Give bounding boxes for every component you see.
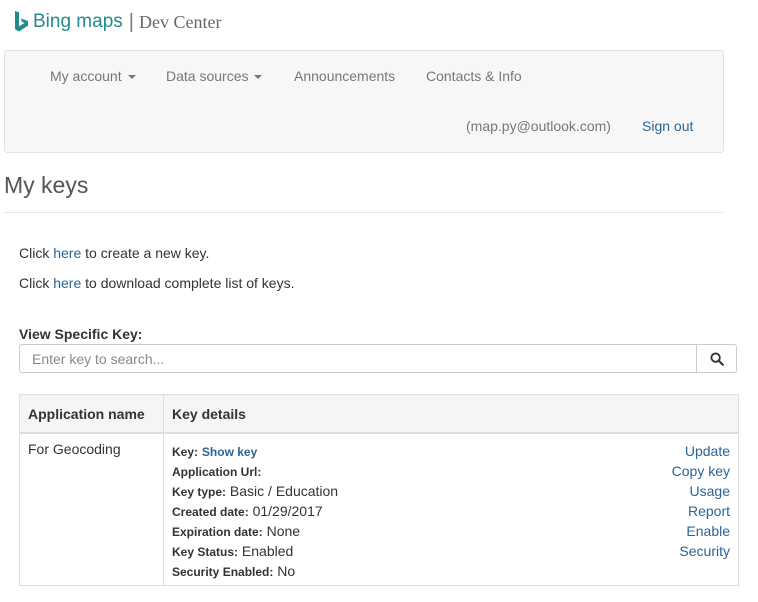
divider bbox=[4, 212, 723, 213]
key-search-box bbox=[19, 344, 737, 373]
detail-key: Key: Show key bbox=[172, 441, 563, 461]
show-key-link[interactable]: Show key bbox=[202, 445, 257, 459]
create-key-suffix: to create a new key. bbox=[85, 245, 210, 261]
detail-expiration-date: Expiration date: None bbox=[172, 521, 563, 541]
table-row: For Geocoding Key: Show key Application … bbox=[19, 433, 739, 586]
nav-contacts-info[interactable]: Contacts & Info bbox=[426, 68, 522, 84]
keys-table: Application name Key details For Geocodi… bbox=[19, 394, 739, 586]
logo-dev-center: Dev Center bbox=[138, 11, 222, 32]
search-button[interactable] bbox=[696, 345, 736, 372]
detail-security-enabled: Security Enabled: No bbox=[172, 561, 563, 581]
application-name: For Geocoding bbox=[19, 433, 164, 586]
create-key-prefix: Click bbox=[19, 245, 50, 261]
search-icon bbox=[709, 351, 724, 366]
download-keys-prefix: Click bbox=[19, 275, 50, 291]
logo-brand: Bing maps bbox=[33, 11, 123, 32]
usage-link[interactable]: Usage bbox=[579, 481, 730, 501]
caret-down-icon bbox=[254, 75, 263, 80]
detail-created-date: Created date: 01/29/2017 bbox=[172, 501, 563, 521]
detail-application-url: Application Url: bbox=[172, 461, 563, 481]
created-date-value: 01/29/2017 bbox=[252, 503, 323, 519]
copy-key-link[interactable]: Copy key bbox=[579, 461, 730, 481]
application-url-label: Application Url: bbox=[172, 465, 262, 479]
detail-key-type: Key type: Basic / Education bbox=[172, 481, 563, 501]
create-key-link[interactable]: here bbox=[53, 245, 81, 261]
caret-down-icon bbox=[127, 75, 136, 80]
expiration-date-label: Expiration date: bbox=[172, 525, 263, 539]
security-link[interactable]: Security bbox=[579, 541, 730, 561]
bing-logo-icon bbox=[15, 11, 28, 32]
key-status-label: Key Status: bbox=[172, 545, 239, 559]
nav-my-account-label: My account bbox=[50, 68, 122, 84]
key-search-input[interactable] bbox=[20, 345, 699, 372]
security-enabled-label: Security Enabled: bbox=[172, 565, 274, 579]
user-email: (map.py@outlook.com) bbox=[466, 118, 611, 134]
sign-out-link[interactable]: Sign out bbox=[642, 118, 693, 134]
nav-data-sources-label: Data sources bbox=[166, 68, 249, 84]
download-keys-line: Click here to download complete list of … bbox=[19, 275, 295, 291]
view-specific-key-label: View Specific Key: bbox=[19, 326, 143, 342]
key-type-label: Key type: bbox=[172, 485, 227, 499]
create-key-line: Click here to create a new key. bbox=[19, 245, 209, 261]
header-key-details: Key details bbox=[163, 394, 739, 434]
download-keys-suffix: to download complete list of keys. bbox=[85, 275, 295, 291]
detail-key-status: Key Status: Enabled bbox=[172, 541, 563, 561]
table-header-row: Application name Key details bbox=[19, 394, 739, 434]
key-status-value: Enabled bbox=[241, 543, 294, 559]
key-label: Key: bbox=[172, 445, 199, 459]
logo-separator: | bbox=[128, 10, 134, 33]
logo[interactable]: Bing maps | Dev Center bbox=[14, 9, 221, 35]
report-link[interactable]: Report bbox=[579, 501, 730, 521]
security-enabled-value: No bbox=[277, 563, 296, 579]
update-link[interactable]: Update bbox=[579, 441, 730, 461]
key-details: Key: Show key Application Url: Key type:… bbox=[164, 433, 572, 586]
nav-my-account[interactable]: My account bbox=[50, 68, 136, 84]
header-application-name: Application name bbox=[19, 394, 164, 434]
enable-link[interactable]: Enable bbox=[579, 521, 730, 541]
nav-announcements[interactable]: Announcements bbox=[294, 68, 395, 84]
nav-data-sources[interactable]: Data sources bbox=[166, 68, 263, 84]
page-title: My keys bbox=[4, 172, 89, 198]
expiration-date-value: None bbox=[266, 523, 301, 539]
created-date-label: Created date: bbox=[172, 505, 249, 519]
key-type-value: Basic / Education bbox=[229, 483, 339, 499]
key-actions: Update Copy key Usage Report Enable Secu… bbox=[571, 433, 738, 586]
top-navbar: My account Data sources Announcements Co… bbox=[4, 50, 724, 153]
download-keys-link[interactable]: here bbox=[53, 275, 81, 291]
